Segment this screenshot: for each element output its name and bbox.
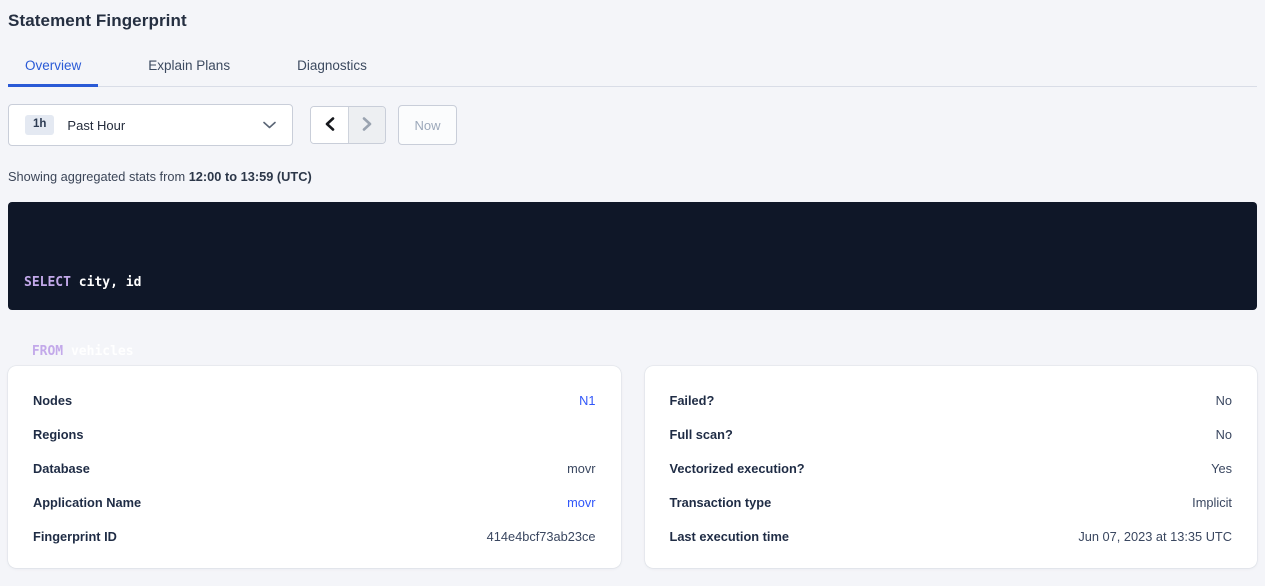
time-interval-dropdown[interactable]: 1h Past Hour: [8, 104, 293, 146]
sql-line: FROM vehicles: [24, 340, 1241, 363]
time-picker-row: 1h Past Hour Now: [8, 104, 1257, 146]
summary-row: Full scan? No: [670, 417, 1233, 451]
fingerprint-id-label: Fingerprint ID: [33, 529, 117, 544]
database-label: Database: [33, 461, 90, 476]
summary-row: Last execution time Jun 07, 2023 at 13:3…: [670, 519, 1233, 553]
stats-prefix: Showing aggregated stats from: [8, 169, 189, 184]
stats-time-range: 12:00 to 13:59 (UTC): [189, 169, 312, 184]
summary-row: Nodes N1: [33, 383, 596, 417]
full-scan-value: No: [1216, 427, 1232, 442]
summary-cards-row: Nodes N1 Regions Database movr Applicati…: [8, 366, 1257, 568]
tab-overview[interactable]: Overview: [8, 48, 98, 87]
tab-diagnostics[interactable]: Diagnostics: [280, 48, 384, 87]
time-interval-badge: 1h: [25, 115, 54, 135]
last-execution-time-label: Last execution time: [670, 529, 789, 544]
sql-line: SELECT city, id: [24, 271, 1241, 294]
summary-row: Fingerprint ID 414e4bcf73ab23ce: [33, 519, 596, 553]
now-button[interactable]: Now: [398, 105, 457, 145]
last-execution-time-value: Jun 07, 2023 at 13:35 UTC: [1078, 529, 1232, 544]
sql-statement-box: SELECT city, id FROM vehicles WHERE city…: [8, 202, 1257, 310]
next-interval-button[interactable]: [348, 107, 385, 143]
transaction-type-value: Implicit: [1192, 495, 1232, 510]
page-title: Statement Fingerprint: [8, 10, 1257, 32]
sql-keyword: FROM: [32, 344, 63, 359]
vectorized-execution-value: Yes: [1211, 461, 1232, 476]
database-value: movr: [567, 461, 595, 476]
time-step-button-group: [310, 106, 386, 144]
regions-label: Regions: [33, 427, 83, 442]
summary-row: Regions: [33, 417, 596, 451]
execution-attributes-card: Failed? No Full scan? No Vectorized exec…: [645, 366, 1258, 568]
time-interval-label: Past Hour: [67, 118, 125, 133]
summary-row: Database movr: [33, 451, 596, 485]
chevron-left-icon: [325, 117, 335, 134]
fingerprint-id-value: 414e4bcf73ab23ce: [487, 529, 596, 544]
vectorized-execution-label: Vectorized execution?: [670, 461, 805, 476]
tab-explain-plans[interactable]: Explain Plans: [131, 48, 247, 87]
full-scan-label: Full scan?: [670, 427, 733, 442]
application-name-link[interactable]: movr: [567, 495, 595, 510]
statement-fingerprint-page: Statement Fingerprint Overview Explain P…: [0, 0, 1265, 568]
statement-details-card: Nodes N1 Regions Database movr Applicati…: [8, 366, 621, 568]
summary-row: Vectorized execution? Yes: [670, 451, 1233, 485]
application-name-label: Application Name: [33, 495, 141, 510]
nodes-label: Nodes: [33, 393, 72, 408]
aggregated-stats-summary: Showing aggregated stats from 12:00 to 1…: [8, 169, 1257, 184]
summary-row: Failed? No: [670, 383, 1233, 417]
transaction-type-label: Transaction type: [670, 495, 772, 510]
sql-keyword: SELECT: [24, 275, 71, 290]
summary-row: Application Name movr: [33, 485, 596, 519]
nodes-link[interactable]: N1: [579, 393, 595, 408]
failed-value: No: [1216, 393, 1232, 408]
tab-bar: Overview Explain Plans Diagnostics: [8, 48, 1257, 87]
summary-row: Transaction type Implicit: [670, 485, 1233, 519]
chevron-down-icon: [263, 121, 276, 129]
previous-interval-button[interactable]: [311, 107, 348, 143]
failed-label: Failed?: [670, 393, 715, 408]
chevron-right-icon: [362, 117, 372, 134]
